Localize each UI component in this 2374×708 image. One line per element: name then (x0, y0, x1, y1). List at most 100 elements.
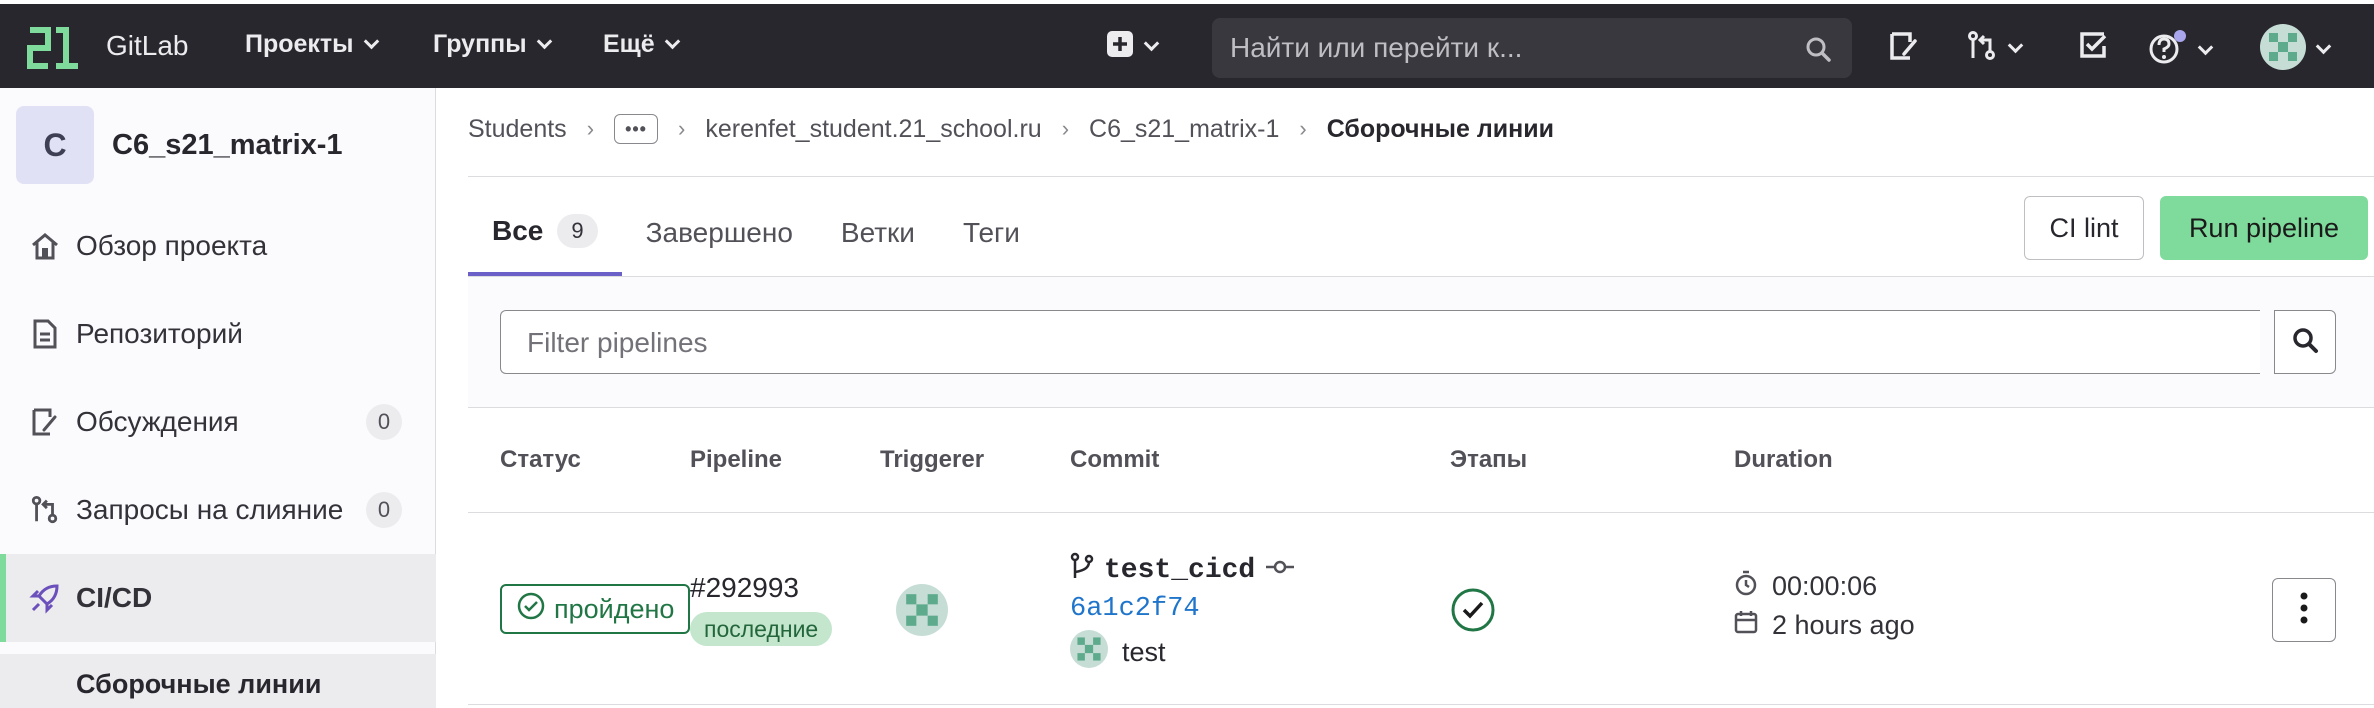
kebab-menu-icon (2300, 592, 2308, 629)
run-pipeline-button[interactable]: Run pipeline (2160, 196, 2368, 260)
branch-icon (1070, 552, 1094, 589)
pipeline-id-link[interactable]: #292993 (690, 572, 799, 604)
stage-passed-icon[interactable] (1450, 587, 1496, 638)
nav-more-label: Ещё (603, 30, 655, 58)
gitlab-logo-icon[interactable] (26, 26, 82, 70)
duration-info: 00:00:06 (1734, 570, 1877, 603)
sidebar-item-project-overview[interactable]: Обзор проекта (0, 202, 436, 290)
nav-groups-label: Группы (433, 30, 527, 58)
help-dropdown[interactable] (2148, 30, 2214, 71)
divider (468, 704, 2374, 705)
commit-author-name[interactable]: test (1122, 637, 1166, 668)
finished-info: 2 hours ago (1734, 610, 1915, 641)
sidebar-item-cicd[interactable]: CI/CD (0, 554, 436, 642)
column-header-triggerer: Triggerer (880, 446, 985, 473)
user-menu[interactable] (2260, 24, 2332, 75)
user-avatar (2260, 24, 2306, 75)
commit-author: test (1070, 630, 1166, 675)
todos-shortcut[interactable] (2078, 30, 2108, 65)
search-icon[interactable] (1804, 35, 1832, 68)
chevron-down-icon (2315, 38, 2332, 55)
more-actions-button[interactable] (2272, 578, 2336, 642)
sidebar-item-issues[interactable]: Обсуждения 0 (0, 378, 436, 466)
help-icon (2148, 30, 2188, 71)
tab-label: Все (492, 215, 544, 246)
rocket-icon (26, 582, 64, 614)
commit-sha-link[interactable]: 6a1c2f74 (1070, 594, 1200, 624)
calendar-icon (1734, 610, 1758, 641)
breadcrumb-current[interactable]: Сборочные линии (1327, 115, 1554, 144)
chevron-right-icon: › (678, 116, 686, 141)
ci-lint-button[interactable]: CI lint (2024, 196, 2144, 260)
timer-icon (1734, 570, 1758, 603)
global-search[interactable] (1212, 18, 1852, 78)
chevron-right-icon: › (1061, 116, 1070, 141)
merge-request-icon (26, 495, 64, 525)
column-header-pipeline: Pipeline (690, 446, 783, 473)
status-success-icon (516, 591, 546, 628)
chevron-down-icon (536, 33, 552, 50)
nav-groups-dropdown[interactable]: Группы (433, 30, 552, 59)
chevron-down-icon (1143, 35, 1160, 52)
top-bar: GitLab Проекты Группы Ещё (0, 0, 2374, 88)
pipeline-tabs: Все 9 Завершено Ветки Теги (468, 190, 1044, 276)
filter-search-button[interactable] (2274, 310, 2336, 374)
tab-count-badge: 9 (557, 214, 598, 248)
document-icon (26, 319, 64, 349)
issues-icon (26, 407, 64, 437)
issues-shortcut[interactable] (1888, 30, 1920, 67)
new-item-dropdown[interactable] (1106, 30, 1160, 63)
status-badge[interactable]: пройдено (500, 584, 691, 634)
nav-more-dropdown[interactable]: Ещё (603, 30, 680, 59)
tab-branches[interactable]: Ветки (817, 190, 939, 276)
sidebar-item-label: Запросы на слияние (76, 494, 344, 525)
nav-projects-label: Проекты (245, 30, 354, 58)
triggerer-avatar[interactable] (896, 584, 948, 641)
todo-checkbox-icon (2078, 30, 2108, 65)
chevron-down-icon (2007, 37, 2024, 54)
breadcrumb-more-button[interactable]: ••• (614, 114, 659, 144)
merge-requests-dropdown[interactable] (1966, 30, 2024, 67)
merge-requests-count-badge: 0 (366, 492, 402, 528)
filter-pipelines-input[interactable] (527, 323, 2227, 363)
filter-pipelines-field[interactable] (500, 310, 2260, 374)
chevron-right-icon: › (586, 116, 595, 141)
plus-square-icon (1106, 30, 1134, 63)
brand-name[interactable]: GitLab (106, 30, 189, 62)
chevron-down-icon (2197, 39, 2214, 56)
sidebar-item-merge-requests[interactable]: Запросы на слияние 0 (0, 466, 436, 554)
tab-tags[interactable]: Теги (939, 190, 1044, 276)
tab-finished[interactable]: Завершено (622, 190, 817, 276)
column-header-commit: Commit (1070, 446, 1160, 473)
tab-all[interactable]: Все 9 (468, 190, 622, 276)
chevron-right-icon: › (1299, 116, 1307, 141)
breadcrumb-item[interactable]: C6_s21_matrix-1 (1089, 115, 1279, 144)
tab-label: Ветки (840, 217, 915, 248)
commit-author-avatar[interactable] (1070, 630, 1108, 675)
sidebar-subitem-pipelines[interactable]: Сборочные линии (0, 654, 436, 708)
commit-branch: test_cicd (1070, 552, 1295, 589)
home-icon (26, 231, 64, 261)
breadcrumb-item[interactable]: Students (468, 115, 567, 144)
status-label: пройдено (554, 593, 675, 624)
issues-count-badge: 0 (366, 404, 402, 440)
commit-icon (1265, 555, 1295, 586)
chevron-down-icon (363, 33, 379, 50)
nav-projects-dropdown[interactable]: Проекты (245, 30, 379, 59)
breadcrumb-item[interactable]: kerenfet_student.21_school.ru (705, 115, 1041, 144)
issues-icon (1888, 30, 1920, 67)
global-search-input[interactable] (1230, 28, 1790, 68)
project-sidebar: C C6_s21_matrix-1 Обзор проекта Репозито… (0, 88, 436, 708)
tab-label: Завершено (645, 217, 793, 248)
duration-value: 00:00:06 (1772, 571, 1878, 601)
sidebar-item-repository[interactable]: Репозиторий (0, 290, 436, 378)
commit-ref-link[interactable]: test_cicd (1104, 555, 1255, 586)
sidebar-item-label: CI/CD (76, 582, 153, 613)
sidebar-item-label: Репозиторий (76, 318, 243, 349)
sidebar-item-label: Обсуждения (76, 406, 239, 437)
project-name: C6_s21_matrix-1 (112, 128, 343, 161)
sidebar-item-label: Обзор проекта (76, 230, 268, 261)
project-header[interactable]: C C6_s21_matrix-1 (16, 106, 343, 184)
divider (468, 176, 2374, 177)
divider (468, 512, 2374, 513)
